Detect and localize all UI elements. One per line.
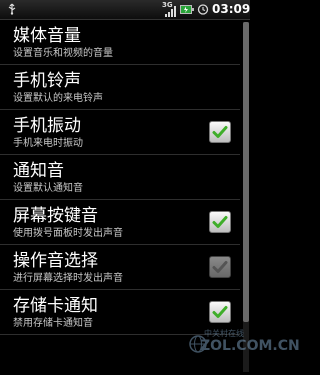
checkmark-icon — [212, 126, 228, 138]
checkmark-icon — [212, 306, 228, 318]
setting-selection-sounds[interactable]: 操作音选择 进行屏幕选择时发出声音 — [0, 245, 240, 290]
status-bar: 3G 03:09 — [0, 0, 250, 20]
setting-subtitle: 禁用存储卡通知音 — [13, 318, 93, 329]
setting-vibrate[interactable]: 手机振动 手机来电时振动 — [0, 110, 240, 155]
usb-icon — [8, 3, 16, 15]
battery-icon — [180, 5, 194, 14]
setting-media-volume[interactable]: 媒体音量 设置音乐和视频的音量 — [0, 20, 240, 65]
setting-subtitle: 使用拨号面板时发出声音 — [13, 228, 123, 239]
setting-title: 操作音选择 — [13, 251, 98, 271]
sd-card-checkbox[interactable] — [209, 301, 231, 323]
setting-notification-sound[interactable]: 通知音 设置默认通知音 — [0, 155, 240, 200]
signal-icon — [165, 6, 176, 17]
setting-subtitle: 设置默认通知音 — [13, 183, 83, 194]
scrollbar[interactable] — [243, 22, 249, 372]
setting-subtitle: 手机来电时振动 — [13, 138, 83, 149]
setting-subtitle: 设置音乐和视频的音量 — [13, 48, 113, 59]
setting-title: 手机振动 — [13, 116, 81, 136]
watermark-logo: ZOL.COM.CN — [200, 338, 300, 354]
setting-title: 媒体音量 — [13, 26, 81, 46]
setting-dial-tones[interactable]: 屏幕按键音 使用拨号面板时发出声音 — [0, 200, 240, 245]
sound-settings-list: 媒体音量 设置音乐和视频的音量 手机铃声 设置默认的来电铃声 手机振动 手机来电… — [0, 20, 240, 335]
checkmark-icon — [212, 216, 228, 228]
vibrate-checkbox[interactable] — [209, 121, 231, 143]
setting-title: 通知音 — [13, 161, 64, 181]
setting-subtitle: 进行屏幕选择时发出声音 — [13, 273, 123, 284]
clock-time: 03:09 — [212, 2, 251, 16]
zol-watermark: 中关村在线 ZOL.COM.CN — [188, 328, 300, 370]
scrollbar-thumb[interactable] — [243, 22, 249, 322]
setting-title: 存储卡通知 — [13, 296, 98, 316]
setting-title: 屏幕按键音 — [13, 206, 98, 226]
selection-sounds-checkbox[interactable] — [209, 256, 231, 278]
alarm-icon — [197, 4, 209, 15]
setting-ringtone[interactable]: 手机铃声 设置默认的来电铃声 — [0, 65, 240, 110]
setting-subtitle: 设置默认的来电铃声 — [13, 93, 103, 104]
setting-title: 手机铃声 — [13, 71, 81, 91]
checkmark-icon — [212, 261, 228, 273]
dial-tones-checkbox[interactable] — [209, 211, 231, 233]
